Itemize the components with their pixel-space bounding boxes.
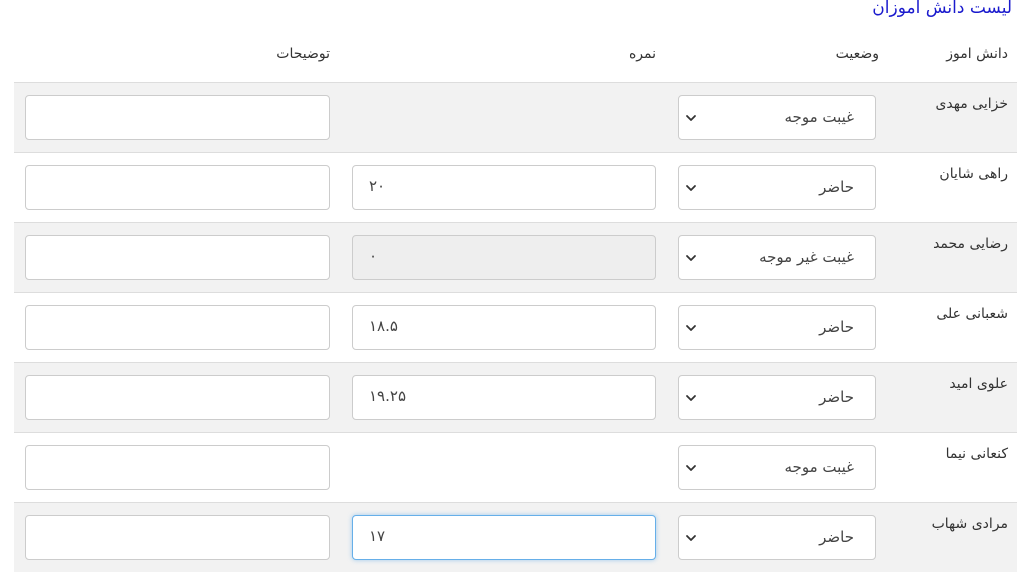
student-name: راهی شایان [939, 166, 1008, 182]
student-name: مرادی شهاب [931, 516, 1008, 532]
chevron-down-icon [686, 535, 696, 541]
grade-input[interactable]: ۱۹.۲۵ [352, 375, 656, 420]
chevron-down-icon [686, 325, 696, 331]
grade-input[interactable]: ۲۰ [352, 165, 656, 210]
table-row: راهی شایان حاضر ۲۰ [14, 153, 1017, 223]
header-student: دانش اموز [946, 46, 1008, 62]
header-notes: توضیحات [276, 46, 330, 62]
student-attendance-page: لیست دانش آموزان دانش اموز وضعیت نمره تو… [0, 0, 1023, 572]
page-title[interactable]: لیست دانش آموزان [872, 0, 1012, 18]
status-select[interactable]: حاضر [678, 165, 876, 210]
student-name: کنعانی نیما [945, 446, 1008, 462]
chevron-down-icon [686, 185, 696, 191]
notes-input[interactable] [25, 95, 330, 140]
status-select-value: غیبت موجه [784, 458, 855, 476]
header-status: وضعیت [835, 46, 879, 62]
table-row: شعبانی علی حاضر ۱۸.۵ [14, 293, 1017, 363]
grade-input-value: ۲۰ [369, 177, 386, 195]
grade-input-value: ۰ [369, 247, 378, 265]
grade-input-value: ۱۹.۲۵ [369, 387, 406, 405]
header-grade: نمره [628, 46, 656, 62]
chevron-down-icon [686, 255, 696, 261]
status-select-value: حاضر [819, 528, 854, 546]
status-select[interactable]: حاضر [678, 375, 876, 420]
grade-input-value: ۱۸.۵ [369, 317, 398, 335]
chevron-down-icon [686, 395, 696, 401]
students-table: دانش اموز وضعیت نمره توضیحات خزایی مهدی … [14, 36, 1017, 572]
status-select[interactable]: غیبت موجه [678, 445, 876, 490]
notes-input[interactable] [25, 235, 330, 280]
notes-input[interactable] [25, 165, 330, 210]
notes-input[interactable] [25, 305, 330, 350]
notes-input[interactable] [25, 515, 330, 560]
grade-input[interactable]: ۱۸.۵ [352, 305, 656, 350]
grade-input-disabled: ۰ [352, 235, 656, 280]
status-select-value: غیبت موجه [784, 108, 855, 126]
student-name: شعبانی علی [936, 306, 1008, 322]
status-select-value: حاضر [819, 388, 854, 406]
status-select[interactable]: حاضر [678, 305, 876, 350]
status-select[interactable]: غیبت غیر موجه [678, 235, 876, 280]
student-name: علوی امید [949, 376, 1008, 392]
grade-input-value: ۱۷ [369, 527, 386, 545]
notes-input[interactable] [25, 445, 330, 490]
table-header: دانش اموز وضعیت نمره توضیحات [14, 36, 1017, 83]
notes-input[interactable] [25, 375, 330, 420]
status-select[interactable]: غیبت موجه [678, 95, 876, 140]
status-select-value: غیبت غیر موجه [759, 248, 854, 266]
grade-input-focused[interactable]: ۱۷ [352, 515, 656, 560]
student-name: خزایی مهدی [935, 96, 1008, 112]
table-row: کنعانی نیما غیبت موجه [14, 433, 1017, 503]
table-row: خزایی مهدی غیبت موجه [14, 83, 1017, 153]
status-select-value: حاضر [819, 178, 854, 196]
table-row: مرادی شهاب حاضر ۱۷ [14, 503, 1017, 572]
student-name: رضایی محمد [933, 236, 1008, 252]
table-row: علوی امید حاضر ۱۹.۲۵ [14, 363, 1017, 433]
chevron-down-icon [686, 115, 696, 121]
chevron-down-icon [686, 465, 696, 471]
status-select[interactable]: حاضر [678, 515, 876, 560]
table-row: رضایی محمد غیبت غیر موجه ۰ [14, 223, 1017, 293]
status-select-value: حاضر [819, 318, 854, 336]
